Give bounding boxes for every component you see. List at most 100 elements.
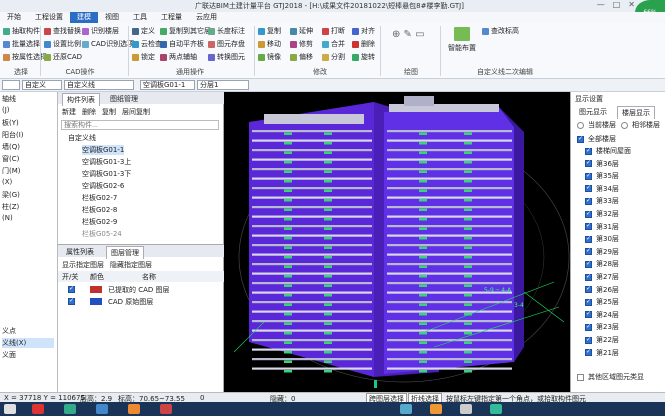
floor-row[interactable]: 第22层 [585, 335, 619, 345]
floor-row[interactable]: 第25层 [585, 297, 619, 307]
floor-row[interactable]: 第29层 [585, 247, 619, 257]
hide-layer-option[interactable]: 隐藏指定图层 [110, 260, 152, 270]
layer-color-swatch[interactable] [90, 286, 102, 293]
floor-checkbox[interactable] [585, 273, 592, 281]
close-icon[interactable]: ✕ [628, 0, 635, 9]
check-elevation-button[interactable]: 查改标高 [482, 26, 519, 36]
layer-toggle-checkbox[interactable] [68, 297, 75, 305]
floor-checkbox[interactable] [585, 159, 592, 168]
break-button[interactable]: 打断 [322, 26, 345, 36]
batch-select-button[interactable]: 批量选择 [3, 39, 40, 49]
menu-tools[interactable]: 工具 [126, 12, 154, 23]
app-icon[interactable] [400, 404, 412, 414]
menu-quantity[interactable]: 工程量 [154, 12, 189, 23]
app-icon[interactable] [160, 404, 172, 414]
lock-button[interactable]: 锁定 [132, 52, 155, 62]
menu-project-settings[interactable]: 工程设置 [28, 12, 70, 23]
mirror-button[interactable]: 镜像 [258, 52, 281, 62]
tab-component-list[interactable]: 构件列表 [62, 93, 100, 106]
floor-checkbox[interactable] [585, 147, 592, 155]
tree-item[interactable]: 栏板G02-9 [82, 217, 117, 227]
offset-button[interactable]: 偏移 [290, 52, 313, 62]
combo-type[interactable] [2, 80, 20, 90]
tab-element-display[interactable]: 图元显示 [575, 106, 611, 118]
tab-drawing-manager[interactable]: 图纸管理 [106, 93, 142, 105]
floor-row[interactable]: 第24层 [585, 310, 619, 320]
auto-align-button[interactable]: 自动平齐板 [160, 39, 204, 49]
nav-item[interactable]: (J) [2, 106, 10, 114]
cad-options-button[interactable]: CAD识别选项 [82, 39, 134, 49]
merge-button[interactable]: 合并 [322, 39, 345, 49]
menu-modeling[interactable]: 建模 [70, 12, 98, 23]
copy-button[interactable]: 复制 [102, 107, 116, 117]
menu-view[interactable]: 视图 [98, 12, 126, 23]
maximize-icon[interactable]: □ [613, 0, 621, 9]
extend-button[interactable]: 延伸 [290, 26, 313, 36]
app-icon[interactable] [430, 404, 442, 414]
restore-cad-button[interactable]: 还原CAD [44, 52, 82, 62]
floor-row[interactable]: 第35层 [585, 171, 619, 181]
tree-item[interactable]: 空调板G01-3上 [82, 157, 131, 167]
floor-row[interactable]: 第30层 [585, 234, 619, 244]
radio-current-floor[interactable]: 当前楼层 [577, 120, 616, 130]
nav-item[interactable]: 梁(G) [2, 190, 20, 200]
tree-item[interactable]: 栏板G02-7 [82, 193, 117, 203]
nav-item[interactable]: 义点 [2, 326, 16, 336]
tree-item[interactable]: 空调板G01-3下 [82, 169, 131, 179]
new-button[interactable]: 新建 [62, 107, 76, 117]
layer-toggle-checkbox[interactable] [68, 285, 75, 293]
tab-floor-display[interactable]: 楼层显示 [617, 106, 655, 119]
move-button[interactable]: 移动 [258, 39, 281, 49]
floor-copy-button[interactable]: 层间复制 [122, 107, 150, 117]
trim-button[interactable]: 修剪 [290, 39, 313, 49]
all-floors-checkbox[interactable] [577, 135, 584, 143]
app-icon[interactable] [96, 404, 108, 414]
copy-to-floor-button[interactable]: 复制到其它层 [160, 26, 211, 36]
floor-checkbox[interactable] [585, 184, 592, 193]
tree-item-selected[interactable]: 空调板G01-1 [82, 145, 125, 155]
delete-button[interactable]: 删除 [82, 107, 96, 117]
floor-checkbox[interactable] [585, 348, 592, 357]
show-layer-option[interactable]: 显示指定图层 [62, 260, 104, 270]
floor-checkbox[interactable] [585, 310, 592, 319]
draw-point-icon[interactable]: ⊕ ✎ ▭ [392, 29, 425, 40]
menu-cloud[interactable]: 云应用 [189, 12, 224, 23]
tab-layer-manager[interactable]: 图层管理 [106, 246, 144, 259]
app-icon[interactable] [128, 404, 140, 414]
other-area-row[interactable]: 其他区域图元类显 [577, 372, 644, 382]
nav-item[interactable]: (N) [2, 214, 13, 222]
tree-item[interactable]: 栏板G02-8 [82, 205, 117, 215]
nav-item[interactable]: 轴线 [2, 94, 16, 104]
minimize-icon[interactable]: — [597, 0, 605, 9]
floor-row[interactable]: 楼梯间屋面 [585, 146, 631, 156]
floor-checkbox[interactable] [585, 298, 592, 306]
floor-checkbox[interactable] [585, 285, 592, 294]
floor-row[interactable]: 第34层 [585, 184, 619, 194]
app-icon[interactable] [32, 404, 44, 414]
align-button[interactable]: 对齐 [352, 26, 375, 36]
set-scale-button[interactable]: 设置比例 [44, 39, 81, 49]
floor-checkbox[interactable] [585, 336, 592, 344]
floor-row[interactable]: 第33层 [585, 196, 619, 206]
combo-category[interactable]: 自定义 [22, 80, 62, 90]
radio-adjacent-floor[interactable]: 相邻楼层 [621, 120, 660, 130]
nav-item-selected[interactable]: 义线(X) [2, 338, 54, 348]
3d-viewport[interactable]: 5-9 ─ 4-A 3-4 [224, 92, 570, 392]
app-icon[interactable] [64, 404, 76, 414]
nav-item[interactable]: 窗(C) [2, 154, 19, 164]
nav-item[interactable]: 板(Y) [2, 118, 19, 128]
floor-row[interactable]: 第32层 [585, 209, 619, 219]
save-elements-button[interactable]: 图元存盘 [208, 39, 245, 49]
split-button[interactable]: 分割 [322, 52, 345, 62]
floor-checkbox[interactable] [585, 172, 592, 180]
tree-item[interactable]: 栏板G05-24 [82, 229, 122, 239]
nav-item[interactable]: 义面 [2, 350, 16, 360]
floor-row[interactable]: 第27层 [585, 272, 619, 282]
identify-floor-button[interactable]: 识别楼层 [82, 26, 119, 36]
two-point-axis-button[interactable]: 两点辅轴 [160, 52, 197, 62]
nav-item[interactable]: (X) [2, 178, 12, 186]
floor-row[interactable]: 第36层 [585, 159, 619, 169]
search-input[interactable] [61, 120, 219, 130]
floor-checkbox[interactable] [585, 323, 592, 331]
floor-checkbox[interactable] [585, 235, 592, 243]
